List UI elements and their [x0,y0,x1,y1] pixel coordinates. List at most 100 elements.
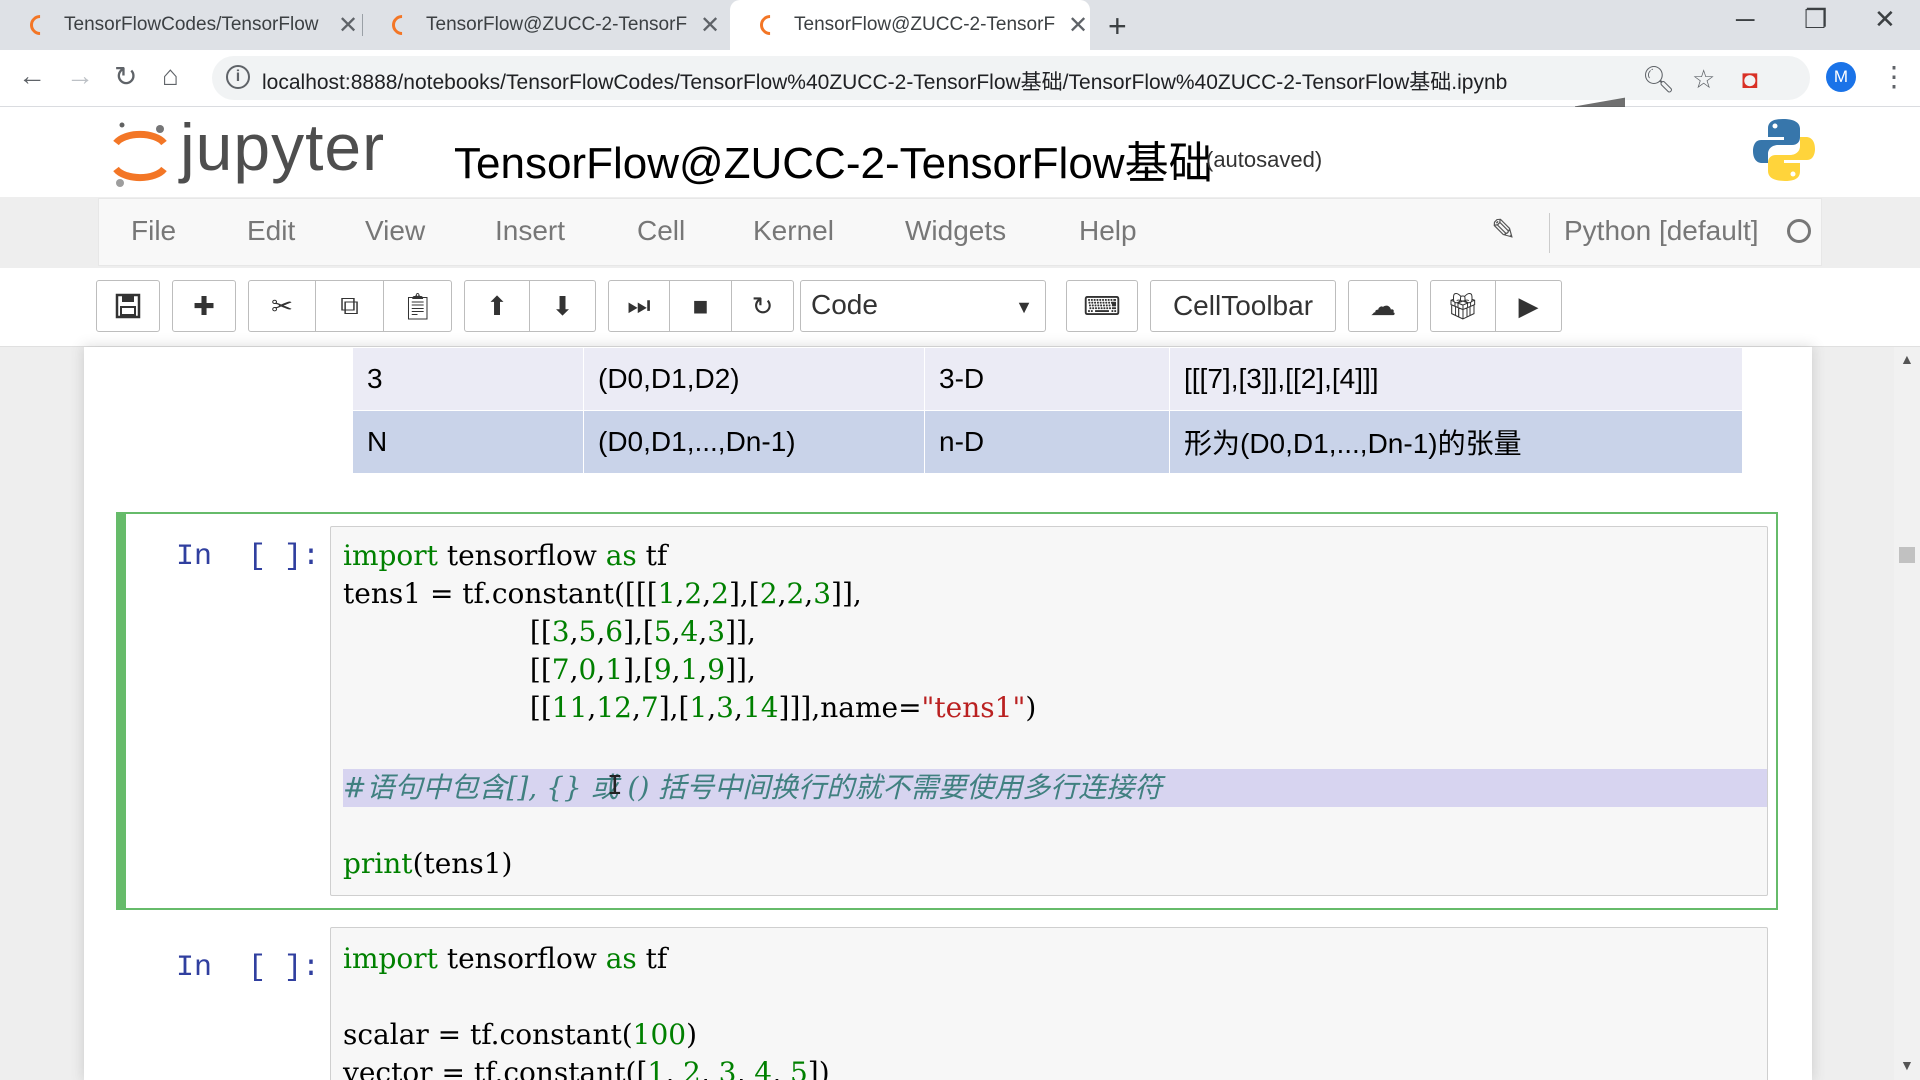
url-text[interactable]: localhost:8888/notebooks/TensorFlowCodes… [262,66,1652,96]
tab-title: TensorFlowCodes/TensorFlow [64,14,319,35]
interrupt-kernel-button[interactable]: ■ [670,280,732,332]
arrow-up-icon: ⬆ [486,290,508,321]
kernel-name[interactable]: Python [default] [1564,215,1759,247]
new-tab-icon[interactable]: + [1108,8,1127,45]
insert-cell-button[interactable]: ✚ [172,280,236,332]
close-tab-icon[interactable]: ✕ [338,11,358,40]
edit-mode-pencil-icon: ✎ [1491,214,1517,247]
close-window-icon[interactable]: ✕ [1874,4,1896,35]
scrollbar-thumb[interactable] [1899,547,1915,563]
address-bar[interactable]: i localhost:8888/notebooks/TensorFlowCod… [212,56,1810,100]
table-cell: [[[7],[3]],[[2],[4]]] [1169,347,1743,411]
jupyter-favicon-icon [387,10,417,40]
code-line: print(tens1) [343,847,513,880]
python-logo-icon [1753,119,1815,181]
menu-insert[interactable]: Insert [495,215,565,247]
table-cell: 3 [352,347,584,411]
slideshow-button[interactable]: ▶ [1496,280,1562,332]
browser-tab-1[interactable]: TensorFlowCodes/TensorFlow ✕ [0,0,362,50]
browser-tab-2[interactable]: TensorFlow@ZUCC-2-TensorF ✕ [362,0,724,50]
jupyter-header: jupyter TensorFlow@ZUCC-2-TensorFlow基础 (… [0,107,1920,197]
cell-type-select[interactable]: Code ▼ [800,280,1046,332]
code-cell-selected[interactable]: In [ ]: import tensorflow as tf tens1 = … [116,512,1778,910]
restore-icon[interactable]: ❐ [1804,4,1827,35]
menu-file[interactable]: File [131,215,176,247]
jupyter-logo-icon[interactable] [110,113,170,193]
menu-widgets[interactable]: Widgets [905,215,1006,247]
paste-icon: 📋︎ [400,290,434,321]
browser-toolbar: ← → ↻ ⌂ i localhost:8888/notebooks/Tenso… [0,50,1920,149]
plus-icon: ✚ [193,290,215,321]
forward-arrow-icon[interactable]: → [66,60,94,92]
browser-tab-strip: TensorFlowCodes/TensorFlow ✕ TensorFlow@… [0,0,1920,50]
menu-view[interactable]: View [365,215,425,247]
browser-menu-icon[interactable]: ⋮ [1880,60,1908,93]
code-editor[interactable]: import tensorflow as tf tens1 = tf.const… [330,526,1768,896]
input-prompt: In [ ]: [176,540,321,574]
notebook-toolbar: ✚ ✂ ⧉ 📋︎ ⬆ ⬇ ⏭ ■ ↻ Code ▼ ⌨ CellToolbar … [0,268,1920,347]
close-tab-icon[interactable]: ✕ [1068,11,1088,40]
jupyter-favicon-icon [25,10,55,40]
page-scrollbar[interactable]: ▲ ▼ [1894,347,1920,1080]
jupyter-wordmark: jupyter [180,110,386,184]
zoom-icon[interactable]: 🔍︎ [1642,64,1675,95]
code-cell[interactable]: In [ ]: import tensorflow as tf scalar =… [116,917,1778,1080]
table-row: 3 (D0,D1,D2) 3-D [[[7],[3]],[[2],[4]]] [352,347,1743,411]
gift-button[interactable]: 🎁︎ [1430,280,1496,332]
copy-icon: ⧉ [340,290,359,320]
notebook-title[interactable]: TensorFlow@ZUCC-2-TensorFlow基础 [454,127,1213,191]
jupyter-favicon-icon [755,10,785,40]
close-tab-icon[interactable]: ✕ [700,11,720,40]
scissors-icon: ✂ [271,290,293,321]
play-icon: ▶ [1518,290,1539,321]
step-forward-icon: ⏭ [627,290,651,320]
table-row: N (D0,D1,...,Dn-1) n-D 形为(D0,D1,...,Dn-1… [352,410,1743,474]
minimize-icon[interactable]: ─ [1736,4,1754,35]
menu-edit[interactable]: Edit [247,215,295,247]
save-button[interactable] [96,280,160,332]
celltoolbar-button[interactable]: CellToolbar [1150,280,1336,332]
cut-button[interactable]: ✂ [248,280,316,332]
scroll-down-arrow-icon[interactable]: ▼ [1900,1057,1914,1073]
table-cell: n-D [924,410,1170,474]
save-icon [115,293,141,319]
text-cursor-icon: I [607,771,623,801]
refresh-icon: ↻ [751,290,774,321]
browser-tab-3-active[interactable]: TensorFlow@ZUCC-2-TensorF ✕ [730,0,1090,50]
markdown-table: 3 (D0,D1,D2) 3-D [[[7],[3]],[[2],[4]]] N… [352,347,1743,474]
restart-kernel-button[interactable]: ↻ [732,280,794,332]
site-info-icon[interactable]: i [226,65,250,89]
bookmark-star-icon[interactable]: ☆ [1692,64,1715,95]
code-line: import tensorflow as tf [343,942,668,975]
profile-avatar[interactable]: M [1826,62,1856,92]
run-cell-button[interactable]: ⏭ [608,280,670,332]
menu-help[interactable]: Help [1079,215,1137,247]
table-cell: (D0,D1,D2) [583,347,925,411]
code-line: tens1 = tf.constant([[[1,2,2],[2,2,3]], [343,577,862,610]
autosave-status: (autosaved) [1206,147,1323,172]
tab-title: TensorFlow@ZUCC-2-TensorF [794,14,1056,35]
table-cell: N [352,410,584,474]
reload-icon[interactable]: ↻ [114,60,137,93]
menu-cell[interactable]: Cell [637,215,685,247]
move-down-button[interactable]: ⬇ [530,280,596,332]
menubar: File Edit View Insert Cell Kernel Widget… [98,198,1822,266]
paste-button[interactable]: 📋︎ [384,280,452,332]
dropdown-caret-icon: ▼ [1015,297,1033,317]
copy-button[interactable]: ⧉ [316,280,384,332]
move-up-button[interactable]: ⬆ [464,280,530,332]
kernel-idle-indicator-icon [1787,219,1811,243]
cell-type-value: Code [811,289,878,320]
scroll-up-arrow-icon[interactable]: ▲ [1900,351,1914,367]
code-editor[interactable]: import tensorflow as tf scalar = tf.cons… [330,927,1768,1080]
extension-icon[interactable]: ◘ [1742,64,1758,95]
back-arrow-icon[interactable]: ← [18,60,46,92]
command-palette-button[interactable]: ⌨ [1066,280,1138,332]
gift-icon: 🎁︎ [1446,290,1480,321]
home-icon[interactable]: ⌂ [162,60,179,92]
code-line: import tensorflow as tf [343,539,668,572]
notebook-container: 3 (D0,D1,D2) 3-D [[[7],[3]],[[2],[4]]] N… [84,347,1812,1080]
table-cell: 3-D [924,347,1170,411]
menu-kernel[interactable]: Kernel [753,215,834,247]
upload-button[interactable]: ☁ [1348,280,1418,332]
